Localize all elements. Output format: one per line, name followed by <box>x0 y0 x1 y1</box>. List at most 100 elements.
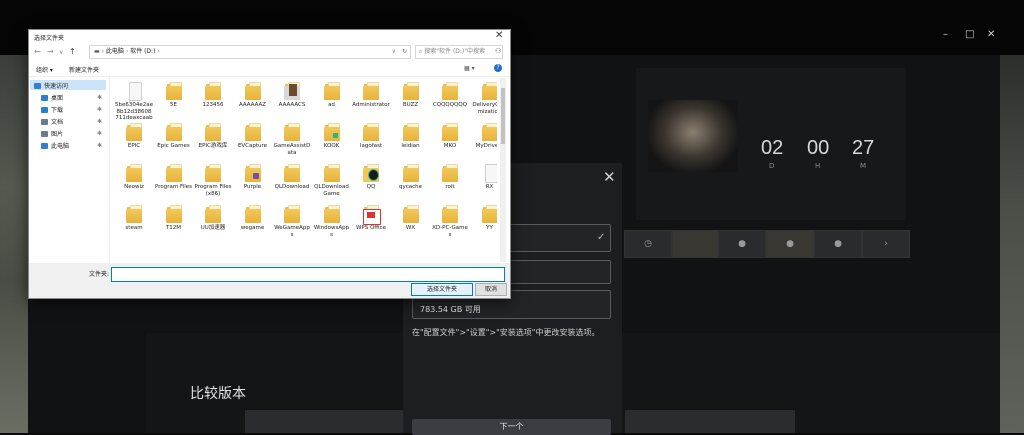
maximize-button[interactable]: □ <box>965 29 974 40</box>
media-thumb-clock[interactable]: ◷ <box>624 230 672 258</box>
help-icon[interactable]: ? <box>494 64 502 72</box>
folder-item[interactable]: QLDownload <box>273 163 311 191</box>
sidebar-item-4[interactable]: 图片 ✱ <box>41 129 102 138</box>
media-next-button[interactable]: › <box>862 230 910 258</box>
cancel-button[interactable]: 取消 <box>475 283 507 296</box>
recent-dropdown-icon[interactable]: ∨ <box>59 49 63 56</box>
folder-item[interactable]: WeGameApps <box>273 204 311 238</box>
folder-name: Administrator <box>352 102 390 108</box>
scrollbar-thumb[interactable] <box>501 88 505 144</box>
folder-name-label: 文件夹: <box>89 271 110 278</box>
folder-item[interactable]: EPIC <box>115 122 153 150</box>
media-thumb-1[interactable] <box>672 230 720 258</box>
media-thumb-4[interactable]: ● <box>814 230 862 258</box>
folder-item[interactable]: GameAssistData <box>273 122 311 156</box>
folder-item[interactable]: MKO <box>431 122 469 150</box>
folder-item[interactable]: UU加速器 <box>194 204 232 232</box>
folder-item[interactable]: qycache <box>392 163 430 191</box>
folder-item[interactable]: BUZZ <box>392 81 430 109</box>
media-thumb-2[interactable]: ● <box>718 230 766 258</box>
folder-name: lagofast <box>359 143 383 149</box>
organize-menu[interactable]: 组织 ▾ <box>36 65 53 74</box>
folder-item[interactable]: CQQQQQQQ <box>431 81 469 109</box>
folder-item[interactable]: QQ <box>352 163 390 191</box>
folder-item[interactable]: QLDownloadGame <box>313 163 351 197</box>
breadcrumb-separator: › <box>101 48 104 55</box>
folder-item[interactable]: wegame <box>234 204 272 232</box>
folder-item[interactable]: YY <box>471 204 497 232</box>
view-options-icon[interactable]: ▦ ▾ <box>464 65 475 72</box>
media-thumb-3[interactable]: ● <box>766 230 814 258</box>
folder-item[interactable]: roit <box>431 163 469 191</box>
folder-name: WindowsApps <box>313 225 350 238</box>
folder-item[interactable]: 5be6304e2ae8b12d38608711deaxcaab <box>115 81 153 122</box>
sidebar-item-5[interactable]: 此电脑 ✱ <box>41 141 102 150</box>
folder-item[interactable]: WX <box>392 204 430 232</box>
sidebar-item-1[interactable]: 桌面 ✱ <box>41 93 102 102</box>
folder-item[interactable]: lagofast <box>352 122 390 150</box>
folder-item[interactable]: AAAAAAZ <box>234 81 272 109</box>
disk-free-space: 783.54 GB 可用 <box>420 305 481 314</box>
folder-item[interactable]: Program Files <box>155 163 193 191</box>
folder-icon <box>205 81 221 100</box>
breadcrumb-drive-d[interactable]: 软件 (D:) <box>130 48 155 55</box>
folder-icon <box>402 81 419 100</box>
folder-item[interactable]: Purple <box>234 163 272 191</box>
folder-item[interactable]: T12M <box>155 204 193 232</box>
up-arrow-icon[interactable]: ↑ <box>69 47 76 56</box>
folder-icon <box>205 163 221 182</box>
folder-item[interactable]: AAAAACS <box>273 81 311 109</box>
close-icon[interactable]: ✕ <box>603 168 616 186</box>
edition-card-2[interactable] <box>625 410 795 433</box>
folder-name: 5E <box>170 102 177 108</box>
folder-name: KOOK <box>323 143 340 149</box>
folder-icon <box>284 81 300 100</box>
folder-item[interactable]: steam <box>115 204 153 232</box>
minimize-button[interactable]: – <box>943 29 948 40</box>
folder-icon <box>363 122 379 141</box>
chevron-down-icon[interactable]: ∨ <box>392 46 396 58</box>
forward-arrow-icon[interactable]: → <box>47 47 54 56</box>
address-bar[interactable]: ▬ › 此电脑 › 软件 (D:) › ∨ ↻ <box>89 45 411 59</box>
folder-icon <box>126 122 142 141</box>
folder-item[interactable]: Epic Games <box>155 122 193 150</box>
folder-item[interactable]: 5E <box>155 81 193 109</box>
download-icon <box>41 106 48 113</box>
breadcrumb-this-pc[interactable]: 此电脑 <box>106 48 124 55</box>
folder-item[interactable]: WindowsApps <box>313 204 351 238</box>
folder-item[interactable]: 123456 <box>194 81 232 109</box>
folder-item[interactable]: Neowiz <box>115 163 153 191</box>
folder-item[interactable]: EVCapture <box>234 122 272 150</box>
countdown-minutes-unit: M <box>860 162 867 170</box>
folder-item[interactable]: Program Files (x86) <box>194 163 232 197</box>
close-icon[interactable]: ✕ <box>495 30 503 41</box>
folder-icon <box>363 163 379 182</box>
sidebar-item-0[interactable]: 快速访问 <box>34 81 68 90</box>
folder-name-input[interactable] <box>111 267 505 282</box>
sidebar-item-2[interactable]: 下载 ✱ <box>41 105 102 114</box>
close-window-button[interactable]: ✕ <box>987 29 995 40</box>
folder-icon <box>284 122 300 141</box>
search-input[interactable]: ⌕ 搜索"软件 (D:)"中搜索 <box>415 45 503 59</box>
folder-item[interactable]: EPIC游戏库 <box>194 122 232 150</box>
folder-item[interactable]: ad <box>313 81 351 109</box>
folder-name: wegame <box>240 225 265 231</box>
back-arrow-icon[interactable]: ← <box>34 47 41 56</box>
select-folder-button[interactable]: 选择文件夹 <box>411 283 473 296</box>
folder-item[interactable]: XD-PC-Games <box>431 204 469 238</box>
countdown-hours: 00 <box>807 137 830 159</box>
account-icon[interactable]: ⚇ <box>495 47 501 55</box>
folder-item[interactable]: leidian <box>392 122 430 150</box>
sidebar-item-3[interactable]: 文档 ✱ <box>41 117 102 126</box>
folder-item[interactable]: RX <box>471 163 497 191</box>
folder-item[interactable]: Administrator <box>352 81 390 109</box>
folder-icon <box>481 122 497 141</box>
folder-item[interactable]: WPS Office <box>352 204 390 232</box>
folder-item[interactable]: KOOK <box>313 122 351 150</box>
folder-item[interactable]: MyDrivers <box>471 122 497 150</box>
folder-item[interactable]: DeliveryOptimization <box>471 81 497 115</box>
folder-icon <box>244 163 261 182</box>
refresh-icon[interactable]: ↻ <box>402 46 407 58</box>
new-folder-button[interactable]: 新建文件夹 <box>69 65 99 74</box>
edition-card-1[interactable] <box>245 410 415 433</box>
